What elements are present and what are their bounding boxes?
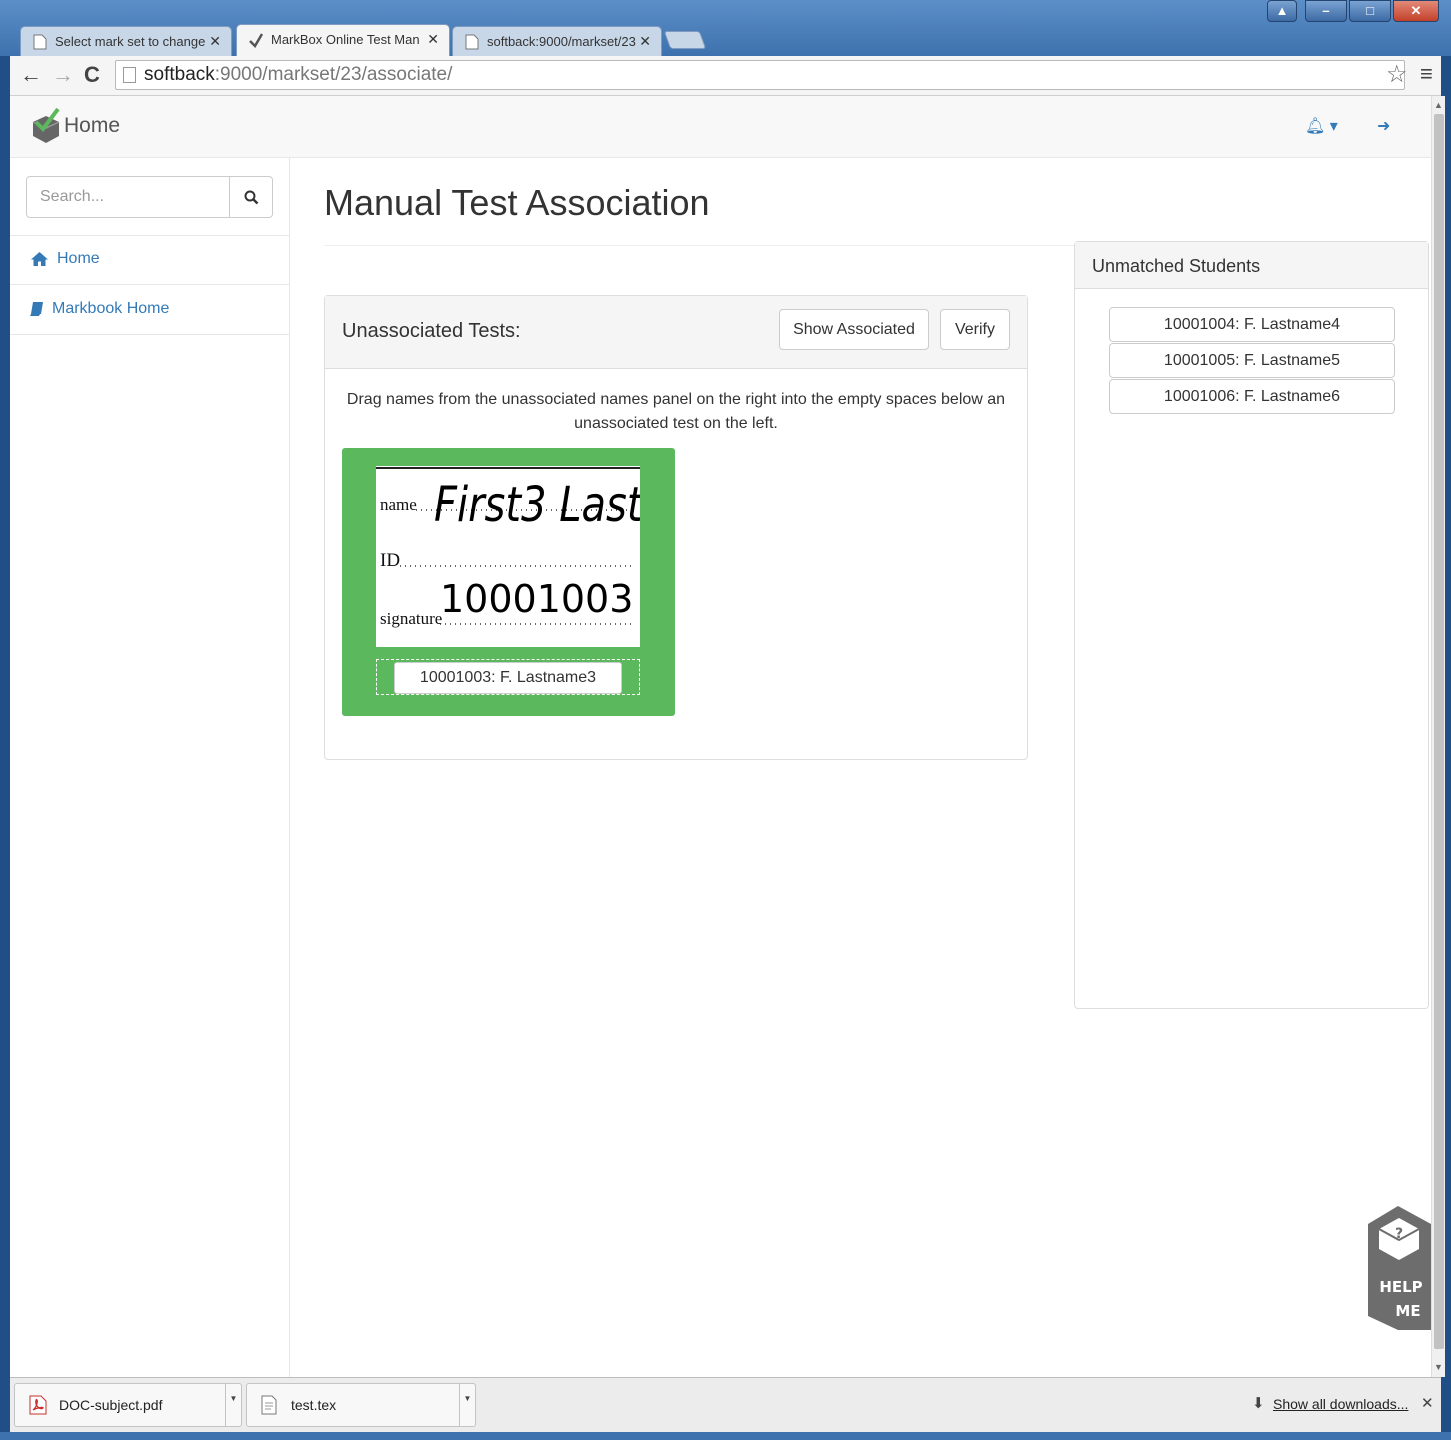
markbox-favicon-icon bbox=[249, 33, 263, 48]
divider bbox=[10, 284, 290, 285]
divider bbox=[324, 245, 1074, 246]
student-drop-zone[interactable]: 10001003: F. Lastname3 bbox=[376, 659, 640, 695]
bookmark-star-icon[interactable]: ☆ bbox=[1386, 60, 1408, 89]
unassociated-tests-panel: Unassociated Tests: Show Associated Veri… bbox=[324, 295, 1028, 760]
page-title: Manual Test Association bbox=[324, 182, 710, 223]
show-all-downloads-link[interactable]: Show all downloads... bbox=[1273, 1396, 1408, 1412]
new-tab-button[interactable] bbox=[663, 31, 707, 49]
scroll-up-icon[interactable]: ▲ bbox=[1434, 100, 1443, 110]
help-line1: HELP bbox=[1379, 1278, 1422, 1296]
sidebar-item-label: Markbook Home bbox=[52, 300, 170, 317]
help-line2: ME bbox=[1395, 1302, 1420, 1320]
handwritten-name: First3 Last3 bbox=[434, 478, 668, 533]
help-me-widget[interactable]: ? HELP ME bbox=[1368, 1206, 1431, 1330]
search-button[interactable] bbox=[230, 176, 273, 218]
tab-label: softback:9000/markset/23 bbox=[487, 34, 636, 49]
student-chip[interactable]: 10001004: F. Lastname4 bbox=[1109, 307, 1395, 342]
student-chip[interactable]: 10001006: F. Lastname6 bbox=[1109, 379, 1395, 414]
downloads-bar: DOC-subject.pdf ▼ test.tex ▼ ⬇ Show all … bbox=[10, 1377, 1441, 1432]
page-scrollbar[interactable]: ▲ ▼ bbox=[1431, 96, 1445, 1377]
home-icon bbox=[31, 252, 48, 266]
scan-name-label: name bbox=[380, 495, 417, 514]
markbox-logo-icon bbox=[32, 108, 60, 143]
menu-icon[interactable]: ≡ bbox=[1420, 61, 1433, 87]
panel-header: Unassociated Tests: Show Associated Veri… bbox=[325, 296, 1027, 369]
test-scan-image: name ID signature First3 Last3 10001003 bbox=[376, 466, 668, 647]
browser-toolbar: ← → C softback:9000/markset/23/associate… bbox=[10, 56, 1441, 96]
back-arrow-icon[interactable]: ← bbox=[20, 62, 42, 88]
unmatched-students-panel: Unmatched Students 10001004: F. Lastname… bbox=[1074, 241, 1429, 1009]
logout-icon[interactable]: ➜ bbox=[1377, 116, 1390, 136]
window-controls: ▲ – □ ✕ bbox=[1267, 0, 1439, 24]
top-navbar: Home 🔔︎ ▾ ➜ bbox=[10, 96, 1431, 158]
pdf-file-icon bbox=[29, 1395, 47, 1415]
tab-label: MarkBox Online Test Man bbox=[271, 32, 420, 47]
close-tab-icon[interactable]: ✕ bbox=[209, 33, 221, 50]
page-icon bbox=[465, 34, 479, 50]
test-card: name ID signature First3 Last3 10001003 … bbox=[342, 448, 675, 716]
handwritten-id: 10001003 bbox=[440, 577, 633, 621]
close-window-button[interactable]: ✕ bbox=[1393, 0, 1439, 22]
book-icon bbox=[30, 302, 43, 316]
download-menu-caret-icon[interactable]: ▼ bbox=[459, 1384, 475, 1426]
help-question-icon: ? bbox=[1395, 1226, 1403, 1242]
search-icon bbox=[244, 190, 258, 204]
assigned-student-chip[interactable]: 10001003: F. Lastname3 bbox=[394, 662, 622, 694]
minimize-button[interactable]: – bbox=[1305, 0, 1347, 22]
divider bbox=[10, 235, 290, 236]
tab-label: Select mark set to change bbox=[55, 34, 205, 49]
scan-signature-label: signature bbox=[380, 609, 442, 628]
scan-id-label: ID bbox=[380, 550, 400, 571]
download-item[interactable]: test.tex ▼ bbox=[246, 1383, 476, 1427]
profile-icon[interactable]: ▲ bbox=[1267, 0, 1297, 22]
page-icon bbox=[123, 67, 136, 83]
page-viewport: Home 🔔︎ ▾ ➜ Home Markbook bbox=[10, 96, 1431, 1377]
url-host: softback bbox=[144, 64, 215, 85]
close-tab-icon[interactable]: ✕ bbox=[639, 33, 651, 50]
browser-tab[interactable]: Select mark set to change ✕ bbox=[20, 26, 232, 56]
notifications-bell-icon[interactable]: 🔔︎ ▾ bbox=[1305, 116, 1338, 136]
window-titlebar: Select mark set to change ✕ MarkBox Onli… bbox=[0, 0, 1451, 56]
brand-link[interactable]: Home bbox=[30, 108, 120, 144]
scroll-down-icon[interactable]: ▼ bbox=[1434, 1362, 1443, 1372]
show-associated-button[interactable]: Show Associated bbox=[779, 309, 929, 350]
student-chip[interactable]: 10001005: F. Lastname5 bbox=[1109, 343, 1395, 378]
search-group bbox=[26, 176, 273, 218]
instructions-text: Drag names from the unassociated names p… bbox=[346, 391, 1006, 432]
svg-text:10001003: 10001003 bbox=[440, 577, 633, 621]
sidebar: Home Markbook Home bbox=[10, 158, 290, 1377]
panel-header: Unmatched Students bbox=[1075, 242, 1428, 289]
download-menu-caret-icon[interactable]: ▼ bbox=[225, 1384, 241, 1426]
download-arrow-icon: ⬇ bbox=[1252, 1395, 1265, 1412]
download-filename: DOC-subject.pdf bbox=[59, 1397, 163, 1413]
sidebar-item-label: Home bbox=[57, 250, 100, 267]
svg-text:First3 Last3: First3 Last3 bbox=[434, 478, 640, 533]
divider bbox=[10, 334, 290, 335]
close-downloads-bar-icon[interactable]: ✕ bbox=[1421, 1394, 1434, 1412]
address-bar[interactable]: softback:9000/markset/23/associate/ bbox=[115, 60, 1405, 90]
browser-tab[interactable]: softback:9000/markset/23 ✕ bbox=[452, 26, 662, 56]
brand-text: Home bbox=[64, 114, 121, 137]
reload-icon[interactable]: C bbox=[84, 62, 100, 88]
maximize-button[interactable]: □ bbox=[1349, 0, 1391, 22]
close-tab-icon[interactable]: ✕ bbox=[427, 31, 439, 48]
verify-button[interactable]: Verify bbox=[940, 309, 1010, 350]
download-filename: test.tex bbox=[291, 1397, 337, 1413]
sidebar-item-markbook-home[interactable]: Markbook Home bbox=[30, 300, 169, 318]
window-bottom-frame bbox=[0, 1432, 1451, 1440]
panel-title: Unassociated Tests: bbox=[342, 320, 521, 342]
sidebar-item-home[interactable]: Home bbox=[30, 250, 100, 268]
forward-arrow-icon[interactable]: → bbox=[52, 62, 74, 88]
page-icon bbox=[33, 34, 47, 50]
url-path: :9000/markset/23/associate/ bbox=[214, 64, 453, 85]
scrollbar-thumb[interactable] bbox=[1434, 114, 1444, 1349]
browser-tab-active[interactable]: MarkBox Online Test Man ✕ bbox=[236, 24, 450, 56]
search-input[interactable] bbox=[26, 176, 230, 218]
text-file-icon bbox=[261, 1395, 277, 1415]
download-item[interactable]: DOC-subject.pdf ▼ bbox=[14, 1383, 242, 1427]
